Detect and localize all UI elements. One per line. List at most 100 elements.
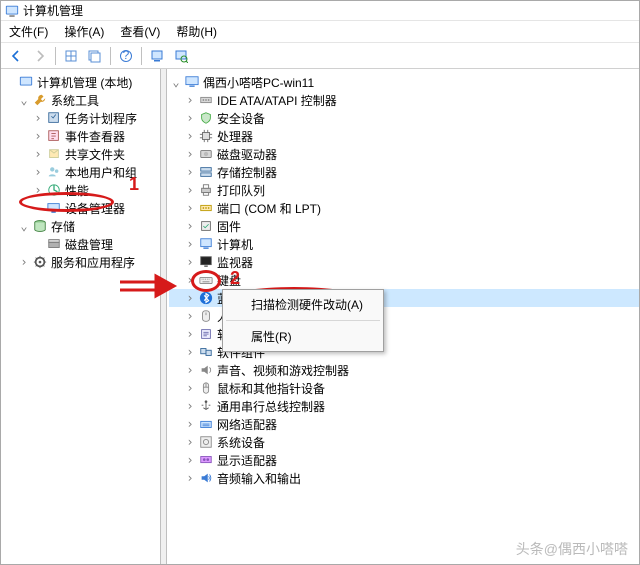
device-category-sound[interactable]: ›声音、视频和游戏控制器 (169, 361, 639, 379)
device-category-ide[interactable]: ›IDE ATA/ATAPI 控制器 (169, 91, 639, 109)
ctx-sep (226, 320, 380, 321)
expander-icon[interactable]: › (183, 382, 197, 395)
tree-sys-item[interactable]: ›事件查看器 (3, 127, 160, 145)
device-category-disk[interactable]: ›磁盘驱动器 (169, 145, 639, 163)
device-category-shield[interactable]: ›安全设备 (169, 109, 639, 127)
device-category-usb[interactable]: ›通用串行总线控制器 (169, 397, 639, 415)
tree-root-local[interactable]: 计算机管理 (本地) (3, 73, 160, 91)
expander-icon[interactable]: › (31, 112, 45, 125)
app-icon (5, 4, 19, 18)
expander-icon[interactable]: ⌄ (169, 76, 183, 89)
expander-icon[interactable]: › (183, 238, 197, 251)
usb-icon (198, 398, 214, 414)
device-category-pc[interactable]: ›计算机 (169, 235, 639, 253)
expander-icon[interactable]: ⌄ (17, 220, 31, 233)
mmc-window: 计算机管理 文件(F) 操作(A) 查看(V) 帮助(H) ? 计算机管理 (本… (0, 0, 640, 565)
gpu-icon (198, 452, 214, 468)
shield-icon (198, 110, 214, 126)
expander-icon[interactable]: › (31, 166, 45, 179)
tree-sys-item[interactable]: ›共享文件夹 (3, 145, 160, 163)
toolbar-help[interactable]: ? (115, 45, 137, 67)
device-category-sysdev[interactable]: ›系统设备 (169, 433, 639, 451)
storage-icon (32, 218, 48, 234)
expander-icon[interactable]: › (183, 202, 197, 215)
tree-item-icon (46, 128, 62, 144)
expander-icon[interactable]: › (183, 472, 197, 485)
expander-icon[interactable]: › (17, 256, 31, 269)
audio-icon (198, 470, 214, 486)
toolbar-sep-2 (110, 47, 111, 65)
device-category-audio[interactable]: ›音频输入和输出 (169, 469, 639, 487)
body-split: 计算机管理 (本地) ⌄ 系统工具 ›任务计划程序›事件查看器›共享文件夹›本地… (1, 69, 639, 564)
tree-storage[interactable]: ⌄ 存储 (3, 217, 160, 235)
expander-icon[interactable]: ⌄ (17, 94, 31, 107)
expander-icon[interactable]: › (183, 436, 197, 449)
expander-icon[interactable]: › (183, 148, 197, 161)
expander-icon[interactable]: › (183, 292, 197, 305)
back-button[interactable] (5, 45, 27, 67)
device-category-storctrl[interactable]: ›存储控制器 (169, 163, 639, 181)
forward-button[interactable] (29, 45, 51, 67)
toolbar-devmgr1[interactable] (146, 45, 168, 67)
menu-view[interactable]: 查看(V) (112, 20, 168, 43)
expander-icon[interactable]: › (31, 130, 45, 143)
expander-icon[interactable]: › (183, 220, 197, 233)
cpu-icon (198, 128, 214, 144)
ctx-scan-hardware[interactable]: 扫描检测硬件改动(A) (225, 292, 381, 317)
device-category-port[interactable]: ›端口 (COM 和 LPT) (169, 199, 639, 217)
toolbar-scope[interactable] (60, 45, 82, 67)
expander-icon[interactable]: › (183, 94, 197, 107)
computer-management-icon (18, 74, 34, 90)
device-category-gpu[interactable]: ›显示适配器 (169, 451, 639, 469)
expander-icon[interactable]: › (183, 310, 197, 323)
tree-sys-item[interactable]: ›任务计划程序 (3, 109, 160, 127)
ctx-properties[interactable]: 属性(R) (225, 324, 381, 349)
swc-icon (198, 344, 214, 360)
menu-action[interactable]: 操作(A) (56, 20, 112, 43)
pc-icon (184, 74, 200, 90)
expander-icon[interactable]: › (183, 364, 197, 377)
context-menu: 扫描检测硬件改动(A) 属性(R) (222, 289, 384, 352)
expander-icon[interactable]: › (183, 184, 197, 197)
expander-icon[interactable]: › (183, 130, 197, 143)
kbd-icon (198, 272, 214, 288)
device-category-kbd[interactable]: ›键盘 (169, 271, 639, 289)
tree-sys-item[interactable]: ›性能 (3, 181, 160, 199)
expander-icon[interactable]: › (183, 166, 197, 179)
expander-icon[interactable]: › (183, 346, 197, 359)
expander-icon[interactable]: › (183, 454, 197, 467)
expander-icon[interactable]: › (31, 184, 45, 197)
tree-system-tools[interactable]: ⌄ 系统工具 (3, 91, 160, 109)
tree-disk-mgmt[interactable]: 磁盘管理 (3, 235, 160, 253)
expander-icon[interactable]: › (183, 112, 197, 125)
hid-icon (198, 308, 214, 324)
expander-icon[interactable]: › (31, 148, 45, 161)
tree-services-apps[interactable]: › 服务和应用程序 (3, 253, 160, 271)
bt-icon (198, 290, 214, 306)
toolbar-query[interactable] (84, 45, 106, 67)
toolbar-sep-3 (141, 47, 142, 65)
toolbar-sep-1 (55, 47, 56, 65)
menu-file[interactable]: 文件(F) (1, 20, 56, 43)
device-category-net[interactable]: ›网络适配器 (169, 415, 639, 433)
device-category-cpu[interactable]: ›处理器 (169, 127, 639, 145)
expander-icon[interactable]: › (183, 418, 197, 431)
tree-sys-item[interactable]: ›本地用户和组 (3, 163, 160, 181)
disk-icon (198, 146, 214, 162)
device-category-mouse[interactable]: ›鼠标和其他指针设备 (169, 379, 639, 397)
printer-icon (198, 182, 214, 198)
toolbar-scan-icon[interactable] (170, 45, 192, 67)
monitor-icon (198, 254, 214, 270)
device-category-fw[interactable]: ›固件 (169, 217, 639, 235)
device-category-printer[interactable]: ›打印队列 (169, 181, 639, 199)
expander-icon[interactable]: › (183, 274, 197, 287)
tree-sys-item[interactable]: 设备管理器 (3, 199, 160, 217)
watermark: 头条@偶西小嗒嗒 (516, 539, 628, 559)
device-category-monitor[interactable]: ›监视器 (169, 253, 639, 271)
port-icon (198, 200, 214, 216)
expander-icon[interactable]: › (183, 400, 197, 413)
device-root[interactable]: ⌄ 偶西小嗒嗒PC-win11 (169, 73, 639, 91)
expander-icon[interactable]: › (183, 328, 197, 341)
expander-icon[interactable]: › (183, 256, 197, 269)
menu-help[interactable]: 帮助(H) (168, 20, 225, 43)
